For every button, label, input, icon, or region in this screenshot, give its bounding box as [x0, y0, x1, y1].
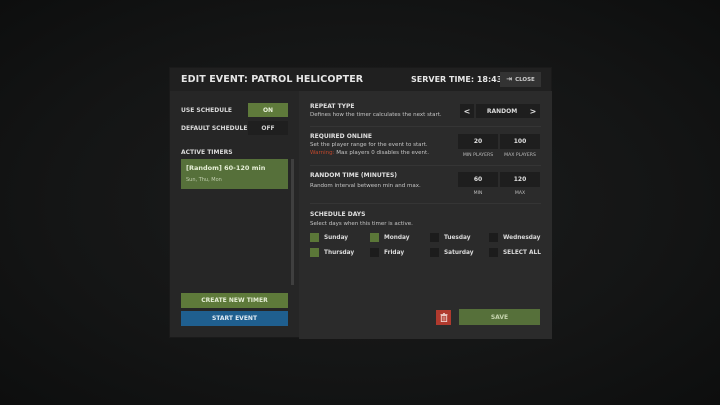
day-label: Monday — [384, 234, 410, 241]
day-label: Saturday — [444, 249, 474, 256]
day-label: Thursday — [324, 249, 355, 256]
use-schedule-toggle[interactable]: ON — [248, 103, 288, 117]
random-time-title: RANDOM TIME (MINUTES) — [310, 172, 398, 179]
scrollbar-thumb[interactable] — [291, 159, 294, 285]
min-players-caption: MIN PLAYERS — [462, 153, 494, 158]
exit-icon: ⇥ — [506, 75, 513, 83]
create-new-timer-button[interactable]: CREATE NEW TIMER — [181, 293, 288, 308]
save-button[interactable]: SAVE — [459, 309, 540, 325]
dialog-header: EDIT EVENT: PATROL HELICOPTER SERVER TIM… — [170, 68, 551, 91]
divider — [310, 126, 541, 127]
random-min-caption: MIN — [473, 191, 483, 196]
day-checkbox[interactable] — [310, 248, 319, 257]
random-max-input[interactable]: 120 — [500, 172, 540, 187]
start-event-button[interactable]: START EVENT — [181, 311, 288, 326]
day-saturday[interactable]: Saturday — [430, 248, 474, 257]
random-max-caption: MAX — [514, 191, 526, 196]
day-checkbox[interactable] — [310, 233, 319, 242]
schedule-days-title: SCHEDULE DAYS — [310, 211, 366, 218]
day-monday[interactable]: Monday — [370, 233, 410, 242]
default-schedule-toggle[interactable]: OFF — [248, 121, 288, 135]
left-panel: USE SCHEDULE ON DEFAULT SCHEDULE OFF ACT… — [170, 91, 298, 339]
divider — [310, 203, 541, 204]
required-online-warning: Warning: Max players 0 disables the even… — [310, 150, 429, 156]
day-label: Friday — [384, 249, 405, 256]
warning-word: Warning: — [310, 150, 335, 156]
warning-text: Max players 0 disables the event. — [336, 150, 429, 156]
day-checkbox[interactable] — [489, 233, 498, 242]
random-time-desc: Random interval between min and max. — [310, 183, 421, 189]
day-label: Sunday — [324, 234, 349, 241]
max-players-caption: MAX PLAYERS — [504, 153, 536, 158]
day-checkbox[interactable] — [370, 248, 379, 257]
required-online-title: REQUIRED ONLINE — [310, 133, 373, 140]
random-min-input[interactable]: 60 — [458, 172, 498, 187]
timer-days: Sun, Thu, Mon — [186, 177, 222, 183]
server-time-label: SERVER TIME: — [411, 75, 475, 84]
required-online-desc: Set the player range for the event to st… — [310, 142, 428, 148]
active-timers-label: ACTIVE TIMERS — [181, 149, 233, 156]
use-schedule-label: USE SCHEDULE — [181, 107, 232, 114]
repeat-type-value: RANDOM — [476, 104, 528, 118]
dialog-title: EDIT EVENT: PATROL HELICOPTER — [181, 74, 364, 85]
edit-event-dialog: EDIT EVENT: PATROL HELICOPTER SERVER TIM… — [169, 67, 552, 339]
day-label: Tuesday — [444, 234, 471, 241]
day-tuesday[interactable]: Tuesday — [430, 233, 471, 242]
day-checkbox[interactable] — [430, 248, 439, 257]
trash-icon — [440, 313, 447, 322]
default-schedule-label: DEFAULT SCHEDULE — [181, 125, 248, 132]
repeat-type-prev-button[interactable]: < — [460, 104, 474, 118]
day-checkbox[interactable] — [489, 248, 498, 257]
day-checkbox[interactable] — [370, 233, 379, 242]
max-players-input[interactable]: 100 — [500, 134, 540, 149]
timer-item[interactable]: [Random] 60-120 min Sun, Thu, Mon — [181, 159, 288, 189]
timer-title: [Random] 60-120 min — [186, 164, 266, 172]
timers-scrollbar[interactable] — [291, 159, 294, 285]
close-button[interactable]: ⇥ CLOSE — [500, 72, 541, 87]
day-thursday[interactable]: Thursday — [310, 248, 354, 257]
divider — [310, 165, 541, 166]
right-panel: REPEAT TYPE Defines how the timer calcul… — [299, 91, 552, 339]
repeat-type-title: REPEAT TYPE — [310, 103, 355, 110]
delete-timer-button[interactable] — [436, 310, 451, 325]
min-players-input[interactable]: 20 — [458, 134, 498, 149]
close-label: CLOSE — [515, 76, 535, 83]
day-label: SELECT ALL — [503, 249, 541, 256]
day-friday[interactable]: Friday — [370, 248, 404, 257]
schedule-days-desc: Select days when this timer is active. — [310, 221, 413, 227]
repeat-type-desc: Defines how the timer calculates the nex… — [310, 112, 442, 118]
select-all-days[interactable]: SELECT ALL — [489, 248, 541, 257]
day-sunday[interactable]: Sunday — [310, 233, 348, 242]
repeat-type-next-button[interactable]: > — [526, 104, 540, 118]
day-wednesday[interactable]: Wednesday — [489, 233, 540, 242]
day-label: Wednesday — [503, 234, 541, 241]
day-checkbox[interactable] — [430, 233, 439, 242]
